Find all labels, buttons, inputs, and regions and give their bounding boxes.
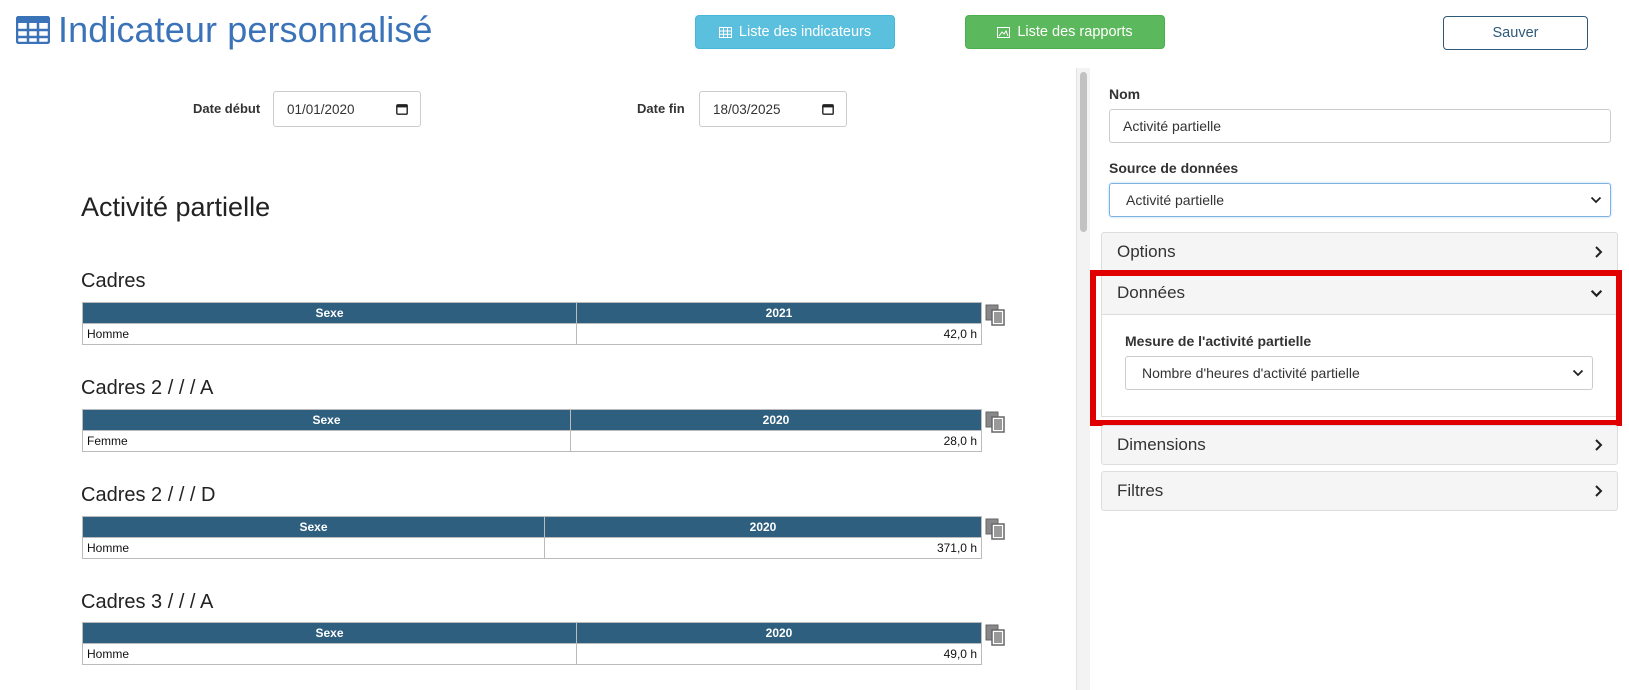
end-date-input[interactable]: 18/03/2025 — [699, 91, 847, 127]
start-date-input[interactable]: 01/01/2020 — [273, 91, 421, 127]
column-header: Sexe — [82, 409, 571, 431]
source-select[interactable]: Activité partielle — [1109, 183, 1611, 217]
source-label: Source de données — [1109, 160, 1239, 176]
section-title: Cadres — [81, 270, 146, 292]
data-panel-header[interactable]: Données — [1102, 272, 1617, 315]
end-date-value: 18/03/2025 — [713, 101, 781, 117]
calendar-icon[interactable] — [822, 103, 834, 115]
save-button[interactable]: Sauver — [1443, 16, 1588, 50]
start-date-label: Date début — [193, 101, 261, 116]
dimensions-panel-title: Dimensions — [1117, 435, 1206, 454]
column-header: 2020 — [544, 516, 982, 538]
table-header-row: Sexe 2021 — [82, 302, 982, 324]
table-cell: 42,0 h — [576, 323, 982, 345]
scrollbar[interactable] — [1076, 68, 1090, 690]
measure-select-value: Nombre d'heures d'activité partielle — [1142, 365, 1360, 381]
copy-icon[interactable] — [985, 411, 1005, 433]
section-title: Cadres 2 / / / A — [81, 377, 214, 399]
data-panel: Données Mesure de l'activité partielle N… — [1101, 271, 1618, 417]
chevron-down-icon — [1572, 369, 1584, 377]
indicators-list-button[interactable]: Liste des indicateurs — [695, 15, 895, 49]
image-icon — [997, 26, 1011, 38]
start-date-value: 01/01/2020 — [287, 101, 355, 117]
table-row: Homme 49,0 h — [82, 643, 982, 665]
indicators-list-label: Liste des indicateurs — [738, 24, 872, 40]
column-header: Sexe — [82, 622, 577, 644]
table-cell: 28,0 h — [570, 430, 982, 452]
table-cell: 371,0 h — [544, 537, 982, 559]
table-cell: Homme — [82, 643, 577, 665]
chevron-right-icon — [1595, 485, 1603, 497]
copy-icon[interactable] — [985, 624, 1005, 646]
table-header-row: Sexe 2020 — [82, 516, 982, 538]
source-select-value: Activité partielle — [1126, 192, 1225, 208]
chevron-down-icon — [1590, 196, 1602, 204]
dimensions-panel-header[interactable]: Dimensions — [1102, 426, 1617, 464]
page-title: Indicateur personnalisé — [16, 6, 433, 54]
table-header-row: Sexe 2020 — [82, 622, 982, 644]
filters-panel-header[interactable]: Filtres — [1102, 472, 1617, 510]
copy-icon[interactable] — [985, 304, 1005, 326]
measure-label: Mesure de l'activité partielle — [1125, 333, 1312, 349]
table-cell: 49,0 h — [576, 643, 982, 665]
data-table: Sexe 2020 Homme 371,0 h — [82, 516, 982, 559]
table-cell: Homme — [82, 323, 577, 345]
copy-icon[interactable] — [985, 518, 1005, 540]
options-panel-title: Options — [1117, 242, 1176, 261]
options-panel[interactable]: Options — [1101, 232, 1618, 272]
options-panel-header[interactable]: Options — [1102, 233, 1617, 271]
chevron-down-icon — [1590, 289, 1603, 297]
table-row: Homme 371,0 h — [82, 537, 982, 559]
section-title: Cadres 2 / / / D — [81, 484, 216, 506]
column-header: 2020 — [570, 409, 982, 431]
table-row: Homme 42,0 h — [82, 323, 982, 345]
calendar-icon[interactable] — [396, 103, 408, 115]
data-table: Sexe 2020 Femme 28,0 h — [82, 409, 982, 452]
data-table: Sexe 2021 Homme 42,0 h — [82, 302, 982, 345]
chevron-right-icon — [1595, 246, 1603, 258]
column-header: Sexe — [82, 302, 577, 324]
scrollbar-thumb[interactable] — [1080, 72, 1087, 232]
reports-list-button[interactable]: Liste des rapports — [965, 15, 1165, 49]
filters-panel-title: Filtres — [1117, 481, 1164, 500]
measure-select[interactable]: Nombre d'heures d'activité partielle — [1125, 356, 1593, 390]
table-header-row: Sexe 2020 — [82, 409, 982, 431]
dimensions-panel[interactable]: Dimensions — [1101, 425, 1618, 465]
table-cell: Femme — [82, 430, 571, 452]
chevron-right-icon — [1595, 439, 1603, 451]
table-row: Femme 28,0 h — [82, 430, 982, 452]
end-date-label: Date fin — [637, 101, 685, 116]
name-input[interactable]: Activité partielle — [1109, 109, 1611, 143]
name-label: Nom — [1109, 86, 1141, 102]
reports-list-label: Liste des rapports — [1017, 24, 1133, 40]
data-panel-title: Données — [1117, 283, 1186, 302]
page-title-text: Indicateur personnalisé — [58, 9, 433, 50]
column-header: 2020 — [576, 622, 982, 644]
table-cell: Homme — [82, 537, 545, 559]
column-header: Sexe — [82, 516, 545, 538]
table-icon — [16, 16, 50, 44]
report-title: Activité partielle — [81, 192, 271, 222]
column-header: 2021 — [576, 302, 982, 324]
filters-panel[interactable]: Filtres — [1101, 471, 1618, 511]
data-table: Sexe 2020 Homme 49,0 h — [82, 622, 982, 665]
table-icon — [718, 26, 732, 38]
section-title: Cadres 3 / / / A — [81, 591, 214, 613]
